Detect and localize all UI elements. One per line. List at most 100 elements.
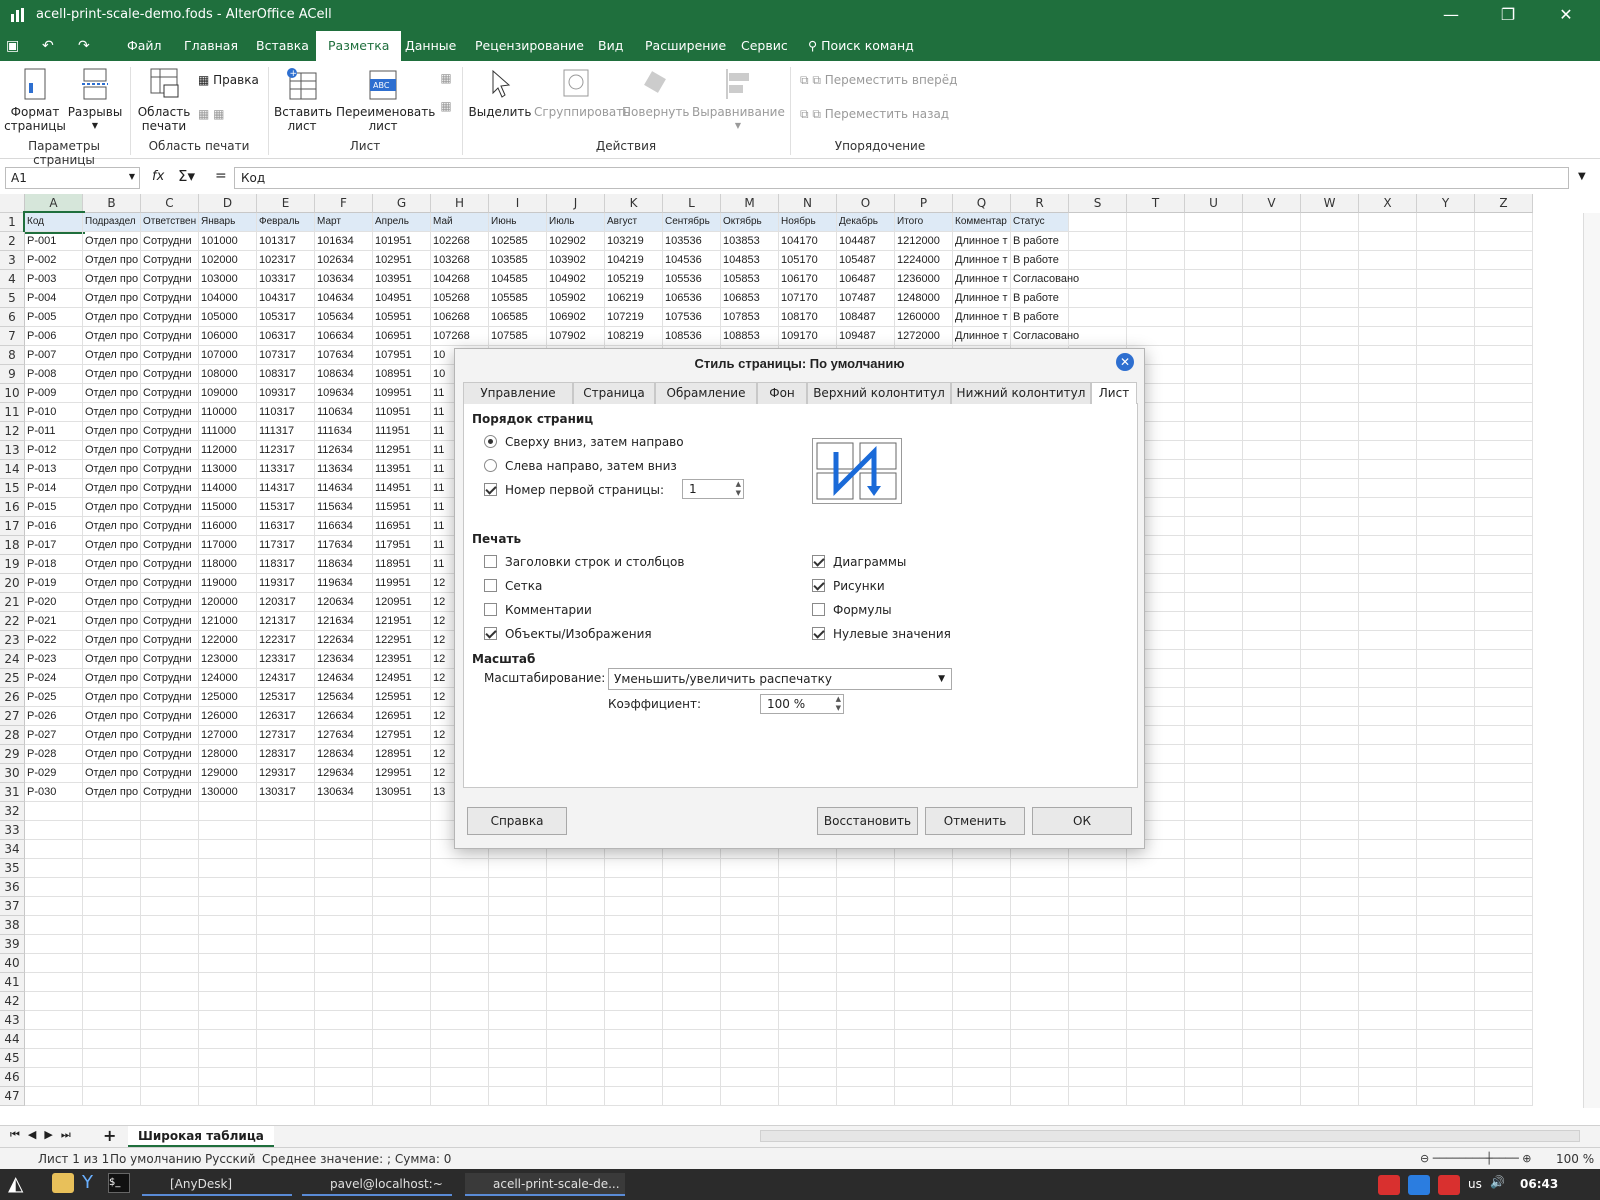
table-cell[interactable] [1417,745,1475,764]
table-cell[interactable] [1359,878,1417,897]
table-cell[interactable] [1127,1030,1185,1049]
menu-file[interactable]: Файл [119,31,170,61]
table-cell[interactable]: 1260000 [895,308,953,327]
table-cell[interactable] [663,897,721,916]
table-cell[interactable]: Отдел про [83,422,141,441]
table-cell[interactable] [1301,498,1359,517]
column-header-I[interactable]: I [489,194,547,213]
table-cell[interactable] [315,897,373,916]
table-cell[interactable] [1417,802,1475,821]
table-cell[interactable] [1417,422,1475,441]
table-cell[interactable]: В работе [1011,308,1069,327]
table-cell[interactable] [1475,916,1533,935]
table-cell[interactable] [1475,1068,1533,1087]
tab-footer[interactable]: Нижний колонтитул [951,382,1091,404]
select-button[interactable]: Выделить [468,67,532,119]
column-header-F[interactable]: F [315,194,373,213]
table-cell[interactable] [1185,365,1243,384]
table-cell[interactable] [953,1030,1011,1049]
align-button[interactable]: Выравнивание ▼ [692,67,785,133]
table-cell[interactable]: 104317 [257,289,315,308]
table-cell[interactable] [431,916,489,935]
table-cell[interactable] [1127,954,1185,973]
table-cell[interactable] [315,802,373,821]
table-cell[interactable] [1417,517,1475,536]
table-cell[interactable] [1011,1030,1069,1049]
table-cell[interactable]: 106219 [605,289,663,308]
table-cell[interactable] [373,878,431,897]
column-header-M[interactable]: M [721,194,779,213]
table-cell[interactable] [1475,593,1533,612]
table-cell[interactable]: 1248000 [895,289,953,308]
table-cell[interactable]: Сотрудни [141,783,199,802]
table-cell[interactable]: 129000 [199,764,257,783]
table-cell[interactable]: 120317 [257,593,315,612]
table-cell[interactable]: 125634 [315,688,373,707]
table-cell[interactable] [1243,612,1301,631]
table-cell[interactable] [721,1068,779,1087]
table-cell[interactable] [547,878,605,897]
table-cell[interactable]: P-012 [25,441,83,460]
table-cell[interactable]: 106853 [721,289,779,308]
table-cell[interactable] [1301,479,1359,498]
table-cell[interactable] [547,1087,605,1106]
table-cell[interactable]: Отдел про [83,270,141,289]
table-cell[interactable]: 114317 [257,479,315,498]
table-cell[interactable] [83,1011,141,1030]
column-header-H[interactable]: H [431,194,489,213]
table-cell[interactable] [1417,308,1475,327]
insert-sheet-button[interactable]: + Вставить лист [274,67,332,133]
table-cell[interactable]: Отдел про [83,289,141,308]
table-cell[interactable]: 104902 [547,270,605,289]
table-cell[interactable] [547,897,605,916]
table-cell[interactable] [1069,1011,1127,1030]
table-cell[interactable]: 102317 [257,251,315,270]
table-cell[interactable] [1301,802,1359,821]
table-cell[interactable] [1417,992,1475,1011]
table-cell[interactable]: Отдел про [83,498,141,517]
table-cell[interactable] [1417,612,1475,631]
vertical-scrollbar[interactable] [1583,213,1600,1108]
table-cell[interactable] [837,935,895,954]
table-cell[interactable] [1011,935,1069,954]
row-header[interactable]: 18 [0,536,25,555]
table-cell[interactable] [1069,1049,1127,1068]
table-cell[interactable] [25,1011,83,1030]
table-cell[interactable] [431,859,489,878]
table-cell[interactable] [257,916,315,935]
table-cell[interactable]: 107634 [315,346,373,365]
table-cell[interactable]: 105219 [605,270,663,289]
table-cell[interactable] [141,878,199,897]
table-cell[interactable] [257,954,315,973]
column-header-E[interactable]: E [257,194,315,213]
table-cell[interactable] [721,1087,779,1106]
table-cell[interactable] [431,1068,489,1087]
table-cell[interactable] [1185,384,1243,403]
table-cell[interactable] [25,973,83,992]
table-cell[interactable] [315,1087,373,1106]
table-cell[interactable] [663,992,721,1011]
table-cell[interactable] [1475,992,1533,1011]
column-header-V[interactable]: V [1243,194,1301,213]
table-cell[interactable] [895,992,953,1011]
table-cell[interactable]: 104536 [663,251,721,270]
table-cell[interactable]: 111951 [373,422,431,441]
table-cell[interactable] [1243,232,1301,251]
table-cell[interactable] [1011,859,1069,878]
table-cell[interactable] [1301,669,1359,688]
table-cell[interactable] [489,1030,547,1049]
table-cell[interactable]: 105487 [837,251,895,270]
table-cell[interactable]: Отдел про [83,688,141,707]
menu-service[interactable]: Сервис [733,31,796,61]
print-area-button[interactable]: Область печати [134,67,194,133]
table-cell[interactable]: 101000 [199,232,257,251]
table-cell[interactable] [25,916,83,935]
column-header-D[interactable]: D [199,194,257,213]
table-cell[interactable]: 108317 [257,365,315,384]
table-cell[interactable]: 127000 [199,726,257,745]
table-cell[interactable]: 106634 [315,327,373,346]
table-cell[interactable] [1069,878,1127,897]
table-cell[interactable] [1301,403,1359,422]
table-cell[interactable] [257,1068,315,1087]
header-cell[interactable]: Август [605,213,663,232]
